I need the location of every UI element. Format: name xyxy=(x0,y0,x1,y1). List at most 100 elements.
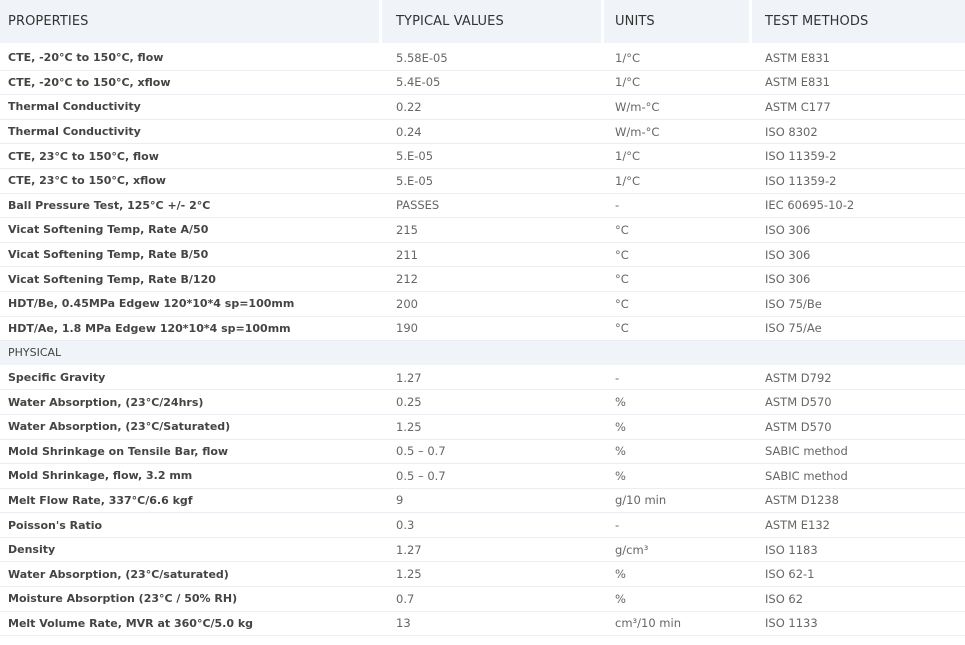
cell-property: Melt Flow Rate, 337°C/6.6 kgf xyxy=(0,489,382,514)
cell-method: ASTM D792 xyxy=(752,366,965,391)
cell-unit: - xyxy=(604,366,752,391)
cell-value: 200 xyxy=(382,292,604,317)
cell-value: 190 xyxy=(382,317,604,342)
cell-method: ISO 8302 xyxy=(752,120,965,145)
section-label: PHYSICAL xyxy=(0,341,965,366)
cell-property: CTE, -20°C to 150°C, flow xyxy=(0,46,382,71)
cell-method: IEC 60695-10-2 xyxy=(752,194,965,219)
cell-property: HDT/Be, 0.45MPa Edgew 120*10*4 sp=100mm xyxy=(0,292,382,317)
cell-unit: W/m-°C xyxy=(604,120,752,145)
cell-property: Density xyxy=(0,538,382,563)
cell-property: CTE, 23°C to 150°C, flow xyxy=(0,144,382,169)
table-row: Water Absorption, (23°C/Saturated) 1.25 … xyxy=(0,415,965,440)
cell-value: 0.5 – 0.7 xyxy=(382,440,604,465)
cell-unit: °C xyxy=(604,218,752,243)
cell-unit: °C xyxy=(604,292,752,317)
cell-property: Water Absorption, (23°C/24hrs) xyxy=(0,390,382,415)
cell-method: ASTM D570 xyxy=(752,415,965,440)
cell-property: Vicat Softening Temp, Rate B/50 xyxy=(0,243,382,268)
cell-property: Specific Gravity xyxy=(0,366,382,391)
cell-method: ASTM E831 xyxy=(752,46,965,71)
cell-method: ISO 75/Be xyxy=(752,292,965,317)
cell-value: 215 xyxy=(382,218,604,243)
cell-method: SABIC method xyxy=(752,464,965,489)
header-test-methods: TEST METHODS xyxy=(752,0,965,46)
cell-property: Poisson's Ratio xyxy=(0,513,382,538)
header-properties: PROPERTIES xyxy=(0,0,382,46)
table-row: Density 1.27 g/cm³ ISO 1183 xyxy=(0,538,965,563)
cell-unit: % xyxy=(604,464,752,489)
table-row: Mold Shrinkage on Tensile Bar, flow 0.5 … xyxy=(0,440,965,465)
cell-method: ISO 11359-2 xyxy=(752,144,965,169)
table-row: Specific Gravity 1.27 - ASTM D792 xyxy=(0,366,965,391)
table-row: Vicat Softening Temp, Rate B/50 211 °C I… xyxy=(0,243,965,268)
cell-method: ASTM D570 xyxy=(752,390,965,415)
header-typical-values: TYPICAL VALUES xyxy=(382,0,604,46)
cell-property: Thermal Conductivity xyxy=(0,95,382,120)
cell-value: 212 xyxy=(382,267,604,292)
table-row: HDT/Be, 0.45MPa Edgew 120*10*4 sp=100mm … xyxy=(0,292,965,317)
table-row: Ball Pressure Test, 125°C +/- 2°C PASSES… xyxy=(0,194,965,219)
table-row: CTE, -20°C to 150°C, xflow 5.4E-05 1/°C … xyxy=(0,71,965,96)
cell-unit: W/m-°C xyxy=(604,95,752,120)
cell-method: ASTM E831 xyxy=(752,71,965,96)
table-row: Melt Flow Rate, 337°C/6.6 kgf 9 g/10 min… xyxy=(0,489,965,514)
cell-value: 0.24 xyxy=(382,120,604,145)
cell-unit: °C xyxy=(604,243,752,268)
cell-property: Ball Pressure Test, 125°C +/- 2°C xyxy=(0,194,382,219)
cell-method: ISO 306 xyxy=(752,243,965,268)
cell-value: 0.5 – 0.7 xyxy=(382,464,604,489)
cell-method: ISO 62-1 xyxy=(752,562,965,588)
cell-property: HDT/Ae, 1.8 MPa Edgew 120*10*4 sp=100mm xyxy=(0,317,382,342)
cell-property: Mold Shrinkage, flow, 3.2 mm xyxy=(0,464,382,489)
cell-value: 211 xyxy=(382,243,604,268)
cell-value: 5.4E-05 xyxy=(382,71,604,96)
cell-method: ASTM D1238 xyxy=(752,489,965,514)
table-row: CTE, 23°C to 150°C, xflow 5.E-05 1/°C IS… xyxy=(0,169,965,194)
cell-property: Melt Volume Rate, MVR at 360°C/5.0 kg xyxy=(0,612,382,637)
table-header-row: PROPERTIES TYPICAL VALUES UNITS TEST MET… xyxy=(0,0,965,46)
cell-property: Vicat Softening Temp, Rate B/120 xyxy=(0,267,382,292)
cell-method: ISO 62 xyxy=(752,587,965,612)
cell-value: 0.22 xyxy=(382,95,604,120)
cell-unit: g/10 min xyxy=(604,489,752,514)
table-row: Water Absorption, (23°C/saturated) 1.25 … xyxy=(0,562,965,588)
cell-property: Thermal Conductivity xyxy=(0,120,382,145)
cell-method: ISO 1183 xyxy=(752,538,965,563)
cell-unit: % xyxy=(604,415,752,440)
properties-table: PROPERTIES TYPICAL VALUES UNITS TEST MET… xyxy=(0,0,965,637)
cell-unit: 1/°C xyxy=(604,46,752,71)
cell-unit: % xyxy=(604,390,752,415)
cell-property: Water Absorption, (23°C/saturated) xyxy=(0,562,382,588)
cell-unit: 1/°C xyxy=(604,169,752,194)
cell-value: 0.7 xyxy=(382,587,604,612)
cell-property: CTE, 23°C to 150°C, xflow xyxy=(0,169,382,194)
cell-unit: - xyxy=(604,194,752,219)
table-row: Thermal Conductivity 0.22 W/m-°C ASTM C1… xyxy=(0,95,965,120)
cell-value: 5.58E-05 xyxy=(382,46,604,71)
cell-value: 5.E-05 xyxy=(382,169,604,194)
cell-value: 13 xyxy=(382,612,604,637)
table-row: Moisture Absorption (23°C / 50% RH) 0.7 … xyxy=(0,587,965,612)
cell-value: 1.27 xyxy=(382,538,604,563)
cell-value: PASSES xyxy=(382,194,604,219)
cell-method: ISO 11359-2 xyxy=(752,169,965,194)
cell-unit: 1/°C xyxy=(604,71,752,96)
cell-method: ISO 1133 xyxy=(752,612,965,637)
cell-value: 0.3 xyxy=(382,513,604,538)
cell-unit: - xyxy=(604,513,752,538)
cell-unit: 1/°C xyxy=(604,144,752,169)
header-units: UNITS xyxy=(604,0,752,46)
cell-property: CTE, -20°C to 150°C, xflow xyxy=(0,71,382,96)
cell-unit: % xyxy=(604,562,752,588)
cell-method: ISO 306 xyxy=(752,267,965,292)
cell-unit: cm³/10 min xyxy=(604,612,752,637)
cell-property: Water Absorption, (23°C/Saturated) xyxy=(0,415,382,440)
cell-property: Moisture Absorption (23°C / 50% RH) xyxy=(0,587,382,612)
cell-method: ASTM E132 xyxy=(752,513,965,538)
table-row: Melt Volume Rate, MVR at 360°C/5.0 kg 13… xyxy=(0,612,965,637)
table-row: Thermal Conductivity 0.24 W/m-°C ISO 830… xyxy=(0,120,965,145)
cell-unit: % xyxy=(604,440,752,465)
table-row: Vicat Softening Temp, Rate A/50 215 °C I… xyxy=(0,218,965,243)
cell-property: Mold Shrinkage on Tensile Bar, flow xyxy=(0,440,382,465)
